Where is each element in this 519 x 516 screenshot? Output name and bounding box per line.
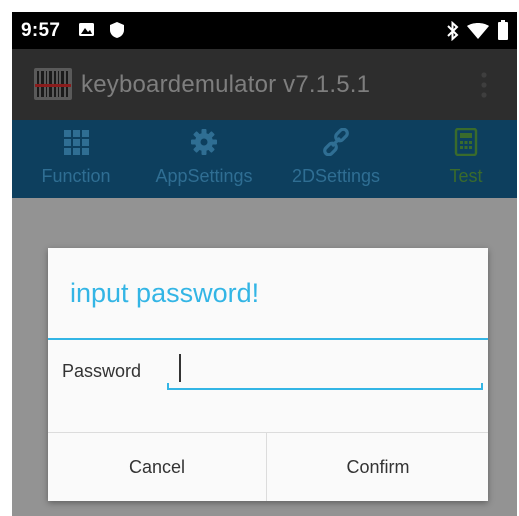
shield-icon bbox=[110, 22, 124, 38]
tab-label: AppSettings bbox=[155, 166, 253, 186]
grid-icon bbox=[64, 130, 89, 155]
status-time: 9:57 bbox=[21, 20, 61, 41]
status-bar: 9:57 bbox=[12, 12, 517, 49]
cancel-button[interactable]: Cancel bbox=[48, 433, 267, 501]
tab-bar: Function AppSettings 2DSettings Test bbox=[12, 120, 517, 198]
barcode-scanner-icon bbox=[34, 68, 72, 100]
wifi-icon bbox=[467, 23, 489, 39]
password-underline bbox=[167, 388, 483, 390]
text-caret bbox=[179, 354, 181, 382]
confirm-button[interactable]: Confirm bbox=[268, 433, 488, 501]
password-underline-tick bbox=[481, 383, 483, 390]
password-dialog: input password! Password Cancel Confirm bbox=[48, 248, 488, 501]
password-input[interactable] bbox=[167, 350, 483, 390]
password-underline-tick bbox=[167, 383, 169, 390]
dialog-title: input password! bbox=[70, 278, 260, 308]
tab-appsettings[interactable]: AppSettings bbox=[148, 120, 260, 198]
app-title: keyboardemulator v7.1.5.1 bbox=[81, 71, 371, 98]
tab-2dsettings[interactable]: 2DSettings bbox=[284, 120, 388, 198]
link-icon bbox=[323, 128, 349, 156]
bluetooth-icon bbox=[447, 21, 459, 41]
image-icon bbox=[79, 23, 94, 36]
tab-function[interactable]: Function bbox=[32, 120, 120, 198]
tab-test[interactable]: Test bbox=[436, 120, 496, 198]
tab-label: 2DSettings bbox=[291, 166, 381, 186]
dialog-divider bbox=[48, 338, 488, 340]
calculator-icon bbox=[454, 128, 478, 156]
tab-label: Function bbox=[41, 166, 111, 186]
device-screen: 9:57 keyboardemulator v7.1.5.1 Function … bbox=[12, 12, 517, 516]
dialog-button-row: Cancel Confirm bbox=[48, 432, 488, 501]
gear-icon bbox=[191, 129, 217, 155]
overflow-menu-icon[interactable] bbox=[480, 71, 488, 99]
password-label: Password bbox=[62, 361, 142, 381]
app-bar: keyboardemulator v7.1.5.1 bbox=[12, 49, 517, 120]
battery-icon bbox=[498, 20, 508, 40]
password-field[interactable] bbox=[167, 350, 483, 392]
tab-label: Test bbox=[449, 166, 483, 186]
